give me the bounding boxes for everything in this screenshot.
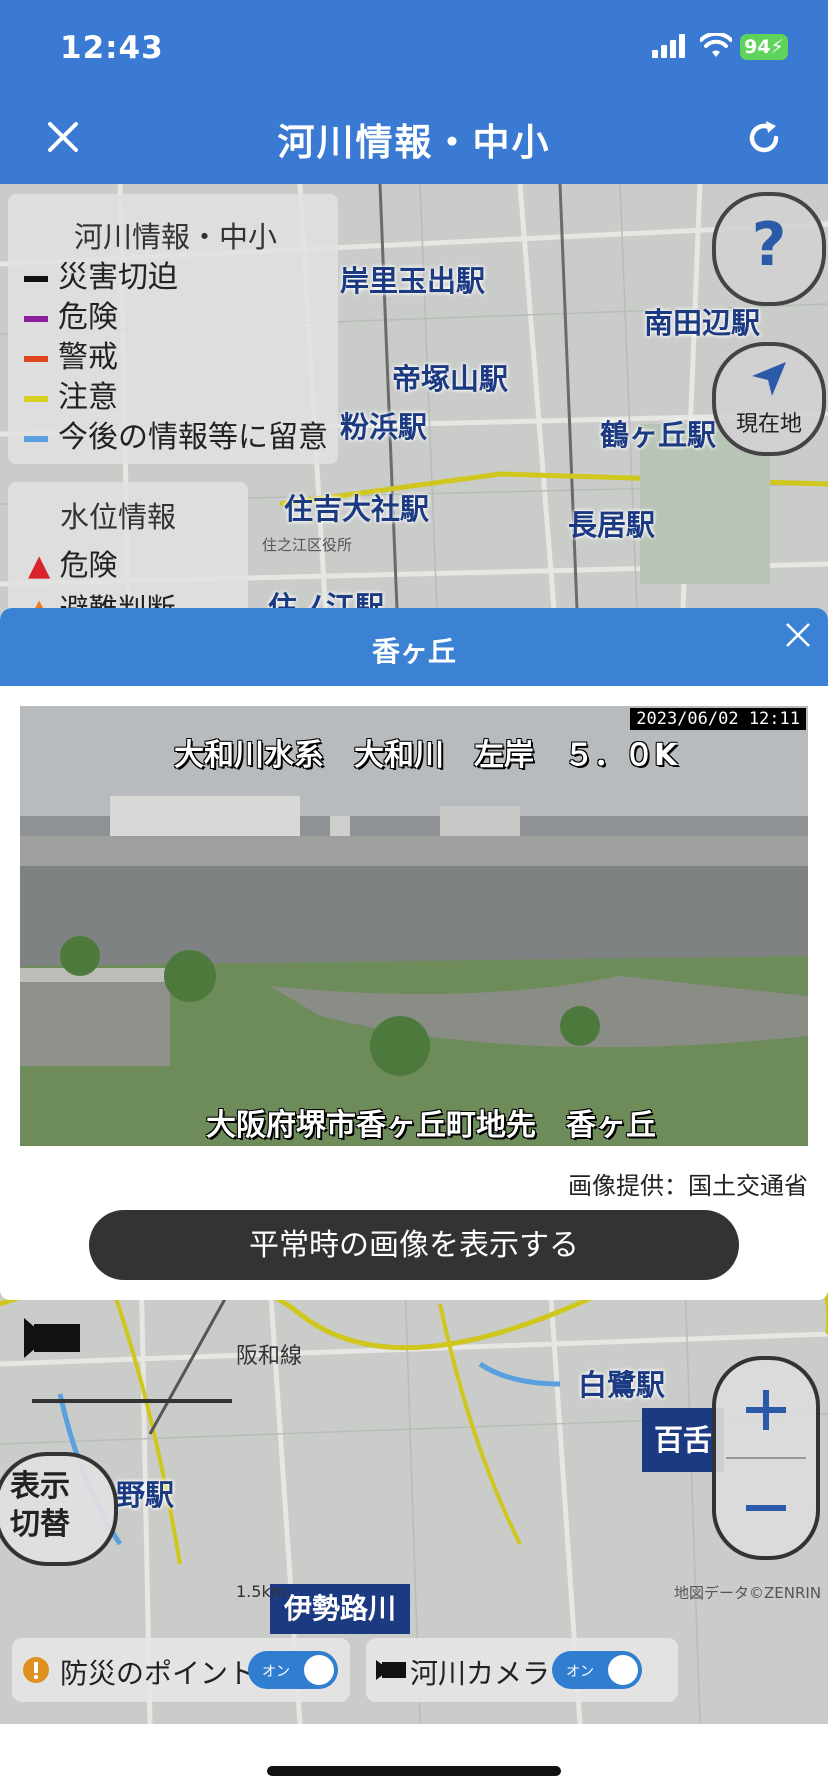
page-title: 河川情報・中小	[277, 121, 551, 164]
image-caption-top: 大和川水系 大和川 左岸 ５．０K	[174, 738, 678, 773]
camera-icon	[376, 1660, 406, 1680]
river-camera-toggle[interactable]: オン	[552, 1651, 642, 1689]
legend-item: 危険	[24, 292, 118, 336]
disaster-points-toggle-row: 防災のポイント オン	[12, 1638, 350, 1702]
camera-marker-icon[interactable]	[24, 1318, 84, 1358]
image-credit: 画像提供：国土交通省	[568, 1172, 808, 1200]
legend-item: 注意	[24, 372, 118, 416]
map-attribution: 地図データ©ZENRIN	[674, 1584, 822, 1602]
nav-bar: 河川情報・中小	[0, 96, 828, 184]
plus-icon	[746, 1390, 786, 1430]
zoom-control	[712, 1356, 820, 1560]
image-timestamp: 2023/06/02 12:11	[630, 708, 806, 730]
station-label: 鶴ヶ丘駅	[600, 418, 717, 452]
river-camera-toggle-row: 河川カメラ オン	[366, 1638, 678, 1702]
display-switch-button[interactable]: 表示 切替	[0, 1452, 118, 1566]
zoom-in-button[interactable]	[716, 1360, 816, 1458]
panel-header: 香ヶ丘	[0, 608, 828, 686]
help-button[interactable]: ?	[712, 192, 826, 306]
station-label: 南田辺駅	[644, 306, 761, 340]
battery-level: 94	[744, 36, 771, 58]
toggle-on-label: オン	[566, 1664, 594, 1680]
status-bar: 12:43 94⚡	[0, 0, 828, 96]
minus-icon	[746, 1505, 786, 1511]
legend-item: 今後の情報等に留意	[24, 412, 328, 456]
disaster-points-toggle[interactable]: オン	[248, 1651, 338, 1689]
warning-icon	[23, 1657, 49, 1683]
station-label: 岸里玉出駅	[340, 264, 486, 298]
scale-label: 1.5km	[236, 1582, 287, 1601]
legend-item: ▲ 危険	[28, 548, 118, 582]
legend-item: 警戒	[24, 332, 118, 376]
camera-panel: 香ヶ丘 2023/06/02 12:11 大和川水系 大和川 左岸 ５．０K 大…	[0, 608, 828, 1300]
river-name-sign: 伊勢路川	[270, 1584, 411, 1634]
zoom-out-button[interactable]	[716, 1458, 816, 1556]
station-label: 住吉大社駅	[284, 492, 430, 526]
wifi-icon	[700, 33, 732, 57]
office-label: 住之江区役所	[262, 536, 353, 554]
line-label: 阪和線	[236, 1344, 303, 1369]
station-label: 長居駅	[568, 508, 656, 542]
river-legend: 河川情報・中小 災害切迫 危険 警戒 注意 今後の情報等に留意	[8, 194, 338, 464]
current-location-button[interactable]: 現在地	[712, 342, 826, 456]
image-caption-bottom: 大阪府堺市香ヶ丘町地先 香ヶ丘	[206, 1108, 656, 1143]
display-switch-label: 表示 切替	[10, 1469, 70, 1542]
current-location-label: 現在地	[735, 412, 802, 437]
battery-indicator: 94⚡	[740, 34, 788, 60]
river-camera-image: 2023/06/02 12:11 大和川水系 大和川 左岸 ５．０K 大阪府堺市…	[20, 706, 808, 1146]
station-label: 野駅	[116, 1478, 175, 1512]
reload-icon[interactable]	[744, 118, 784, 158]
legend-title: 水位情報	[60, 500, 177, 534]
panel-title: 香ヶ丘	[371, 635, 456, 668]
legend-title: 河川情報・中小	[74, 220, 278, 254]
show-normal-image-button[interactable]: 平常時の画像を表示する	[89, 1210, 739, 1280]
station-label: 白鷺駅	[578, 1368, 666, 1402]
river-camera-label: 河川カメラ	[410, 1657, 551, 1690]
close-icon[interactable]	[785, 622, 811, 648]
home-indicator	[267, 1766, 561, 1776]
disaster-points-label: 防災のポイント	[60, 1657, 257, 1690]
location-arrow-icon	[752, 362, 786, 396]
legend-item: 災害切迫	[24, 252, 178, 296]
station-label: 粉浜駅	[340, 410, 428, 444]
cellular-signal-icon	[652, 34, 685, 58]
station-label: 帝塚山駅	[392, 362, 509, 396]
toggle-on-label: オン	[262, 1664, 290, 1680]
status-time: 12:43	[60, 30, 164, 66]
help-icon: ?	[751, 210, 787, 280]
